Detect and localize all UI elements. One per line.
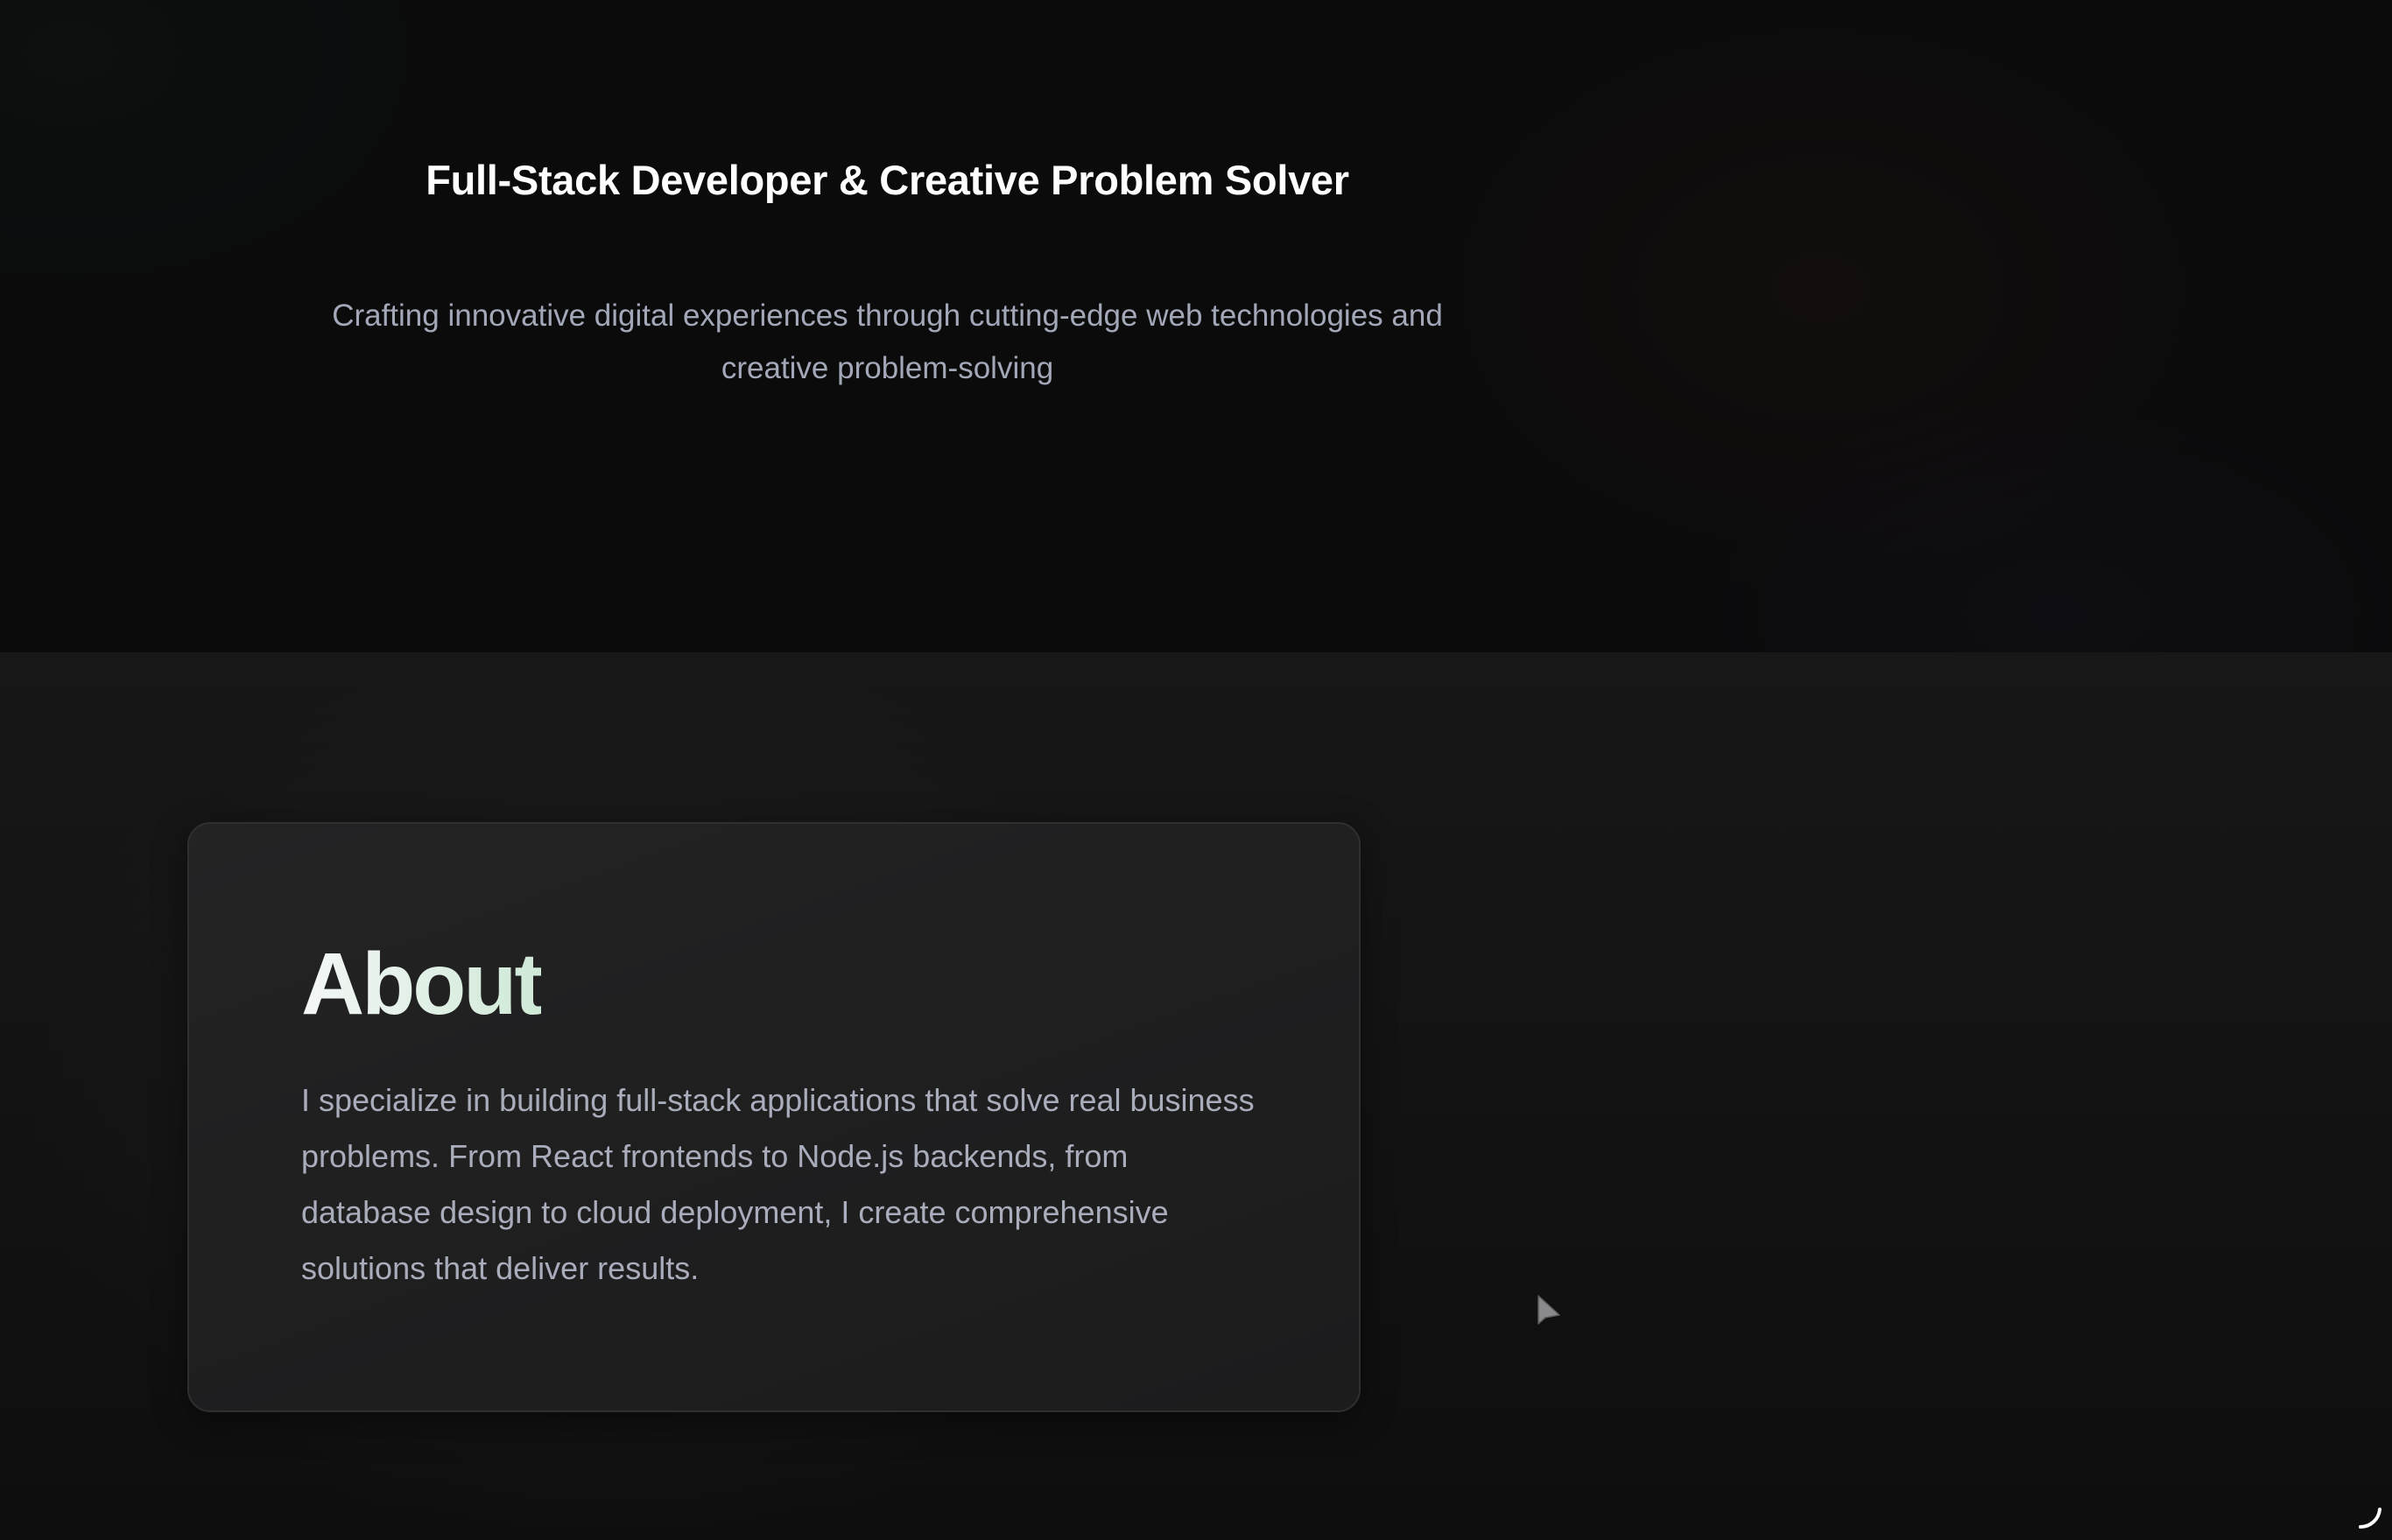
about-card: About I specialize in building full-stac… (187, 822, 1361, 1412)
mouse-pointer-icon (1537, 1295, 1560, 1325)
about-section: About I specialize in building full-stac… (0, 652, 2392, 1540)
portfolio-page: Full-Stack Developer & Creative Problem … (0, 0, 2392, 1540)
about-description: I specialize in building full-stack appl… (301, 1082, 1255, 1286)
hero-subtitle: Crafting innovative digital experiences … (332, 299, 1443, 385)
hero-title: Full-Stack Developer & Creative Problem … (426, 157, 1349, 204)
hero-section: Full-Stack Developer & Creative Problem … (0, 0, 2392, 652)
loading-spinner-icon (2359, 1508, 2381, 1529)
about-heading: About (301, 935, 544, 1033)
